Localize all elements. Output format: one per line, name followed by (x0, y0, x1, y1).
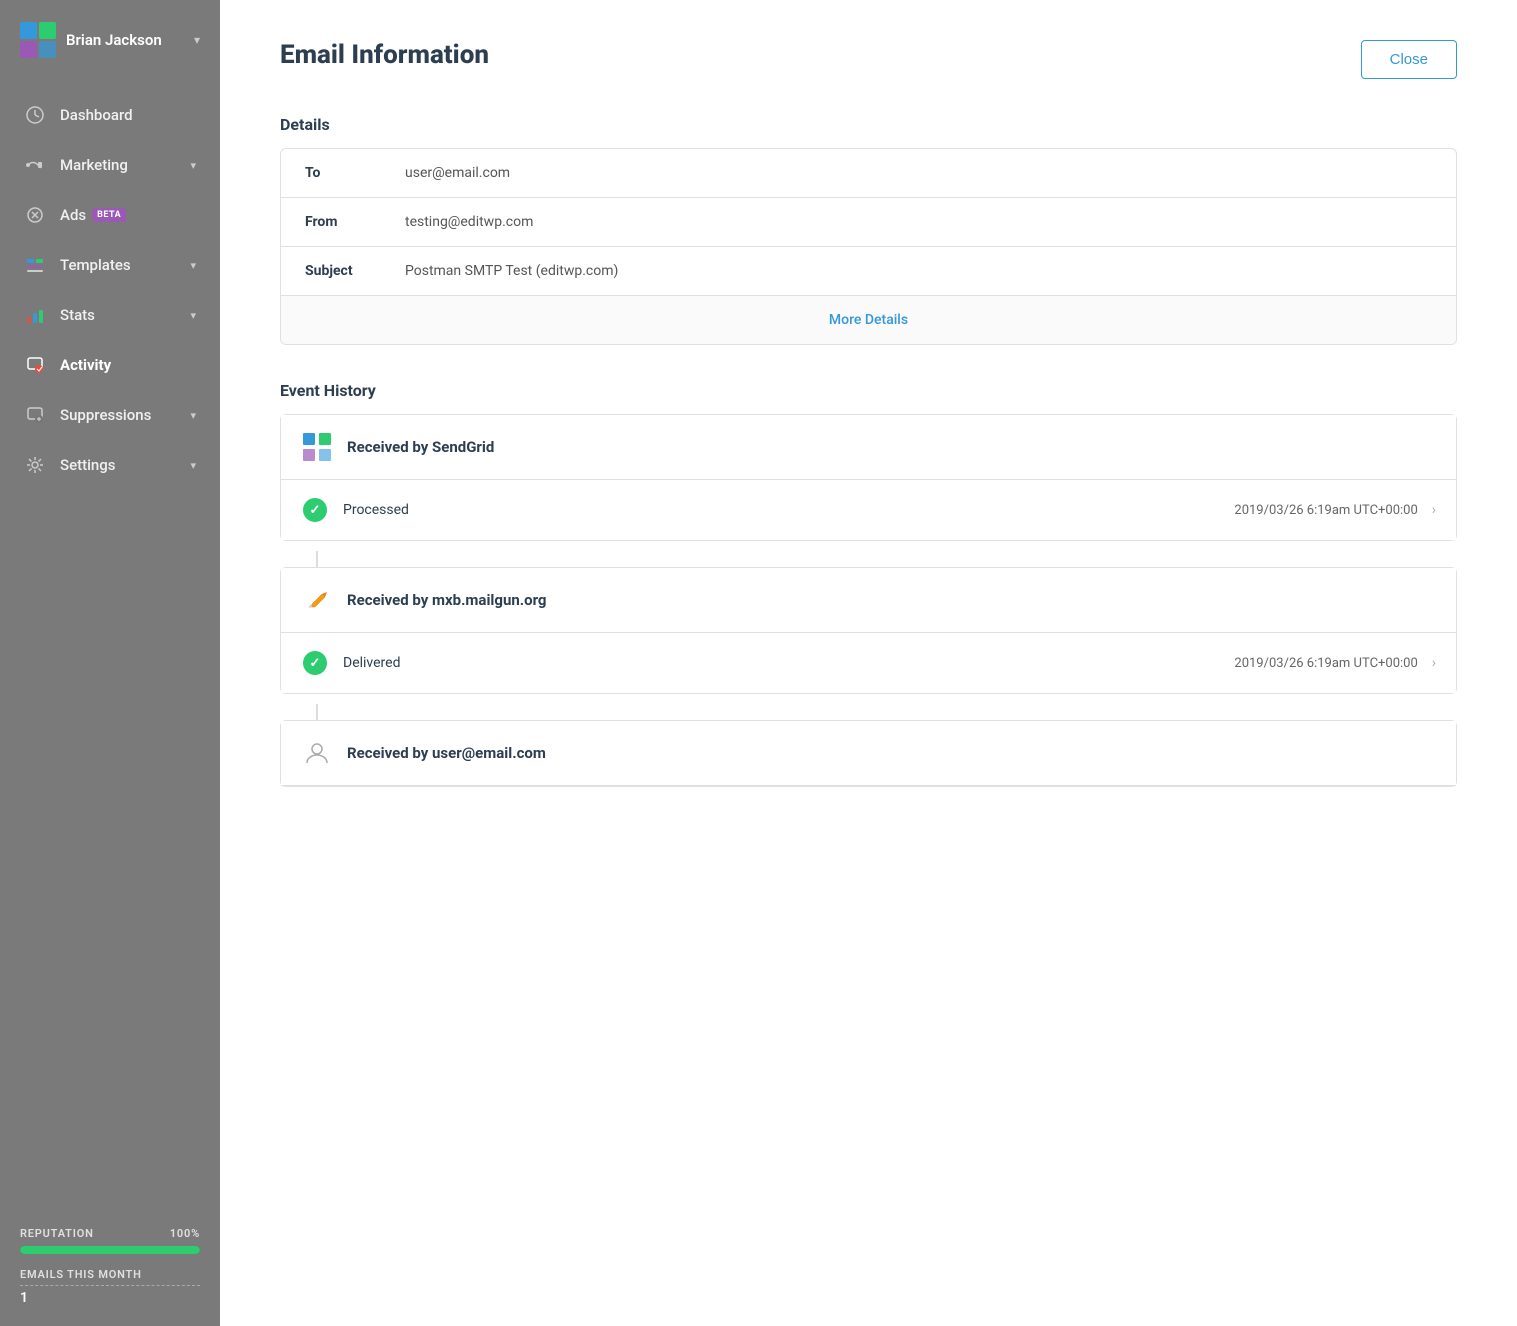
event-group-header-mailgun: Received by mxb.mailgun.org (281, 568, 1456, 633)
sidebar-item-ads[interactable]: Ads BETA (0, 190, 220, 240)
sidebar-item-dashboard[interactable]: Dashboard (0, 90, 220, 140)
event-row-processed[interactable]: ✓ Processed 2019/03/26 6:19am UTC+00:00 … (281, 480, 1456, 540)
reputation-progress-bg (20, 1246, 200, 1254)
event-name-processed: Processed (343, 502, 1234, 518)
reputation-value: 100% (170, 1227, 200, 1240)
detail-row-to: To user@email.com (281, 149, 1456, 198)
chevron-right-icon: › (1432, 655, 1436, 671)
sidebar-item-label: Dashboard (60, 106, 133, 124)
processed-status-icon: ✓ (301, 496, 329, 524)
chevron-down-icon: ▾ (190, 259, 196, 272)
sidebar-item-templates[interactable]: Templates ▾ (0, 240, 220, 290)
chevron-down-icon: ▾ (190, 459, 196, 472)
check-circle-icon: ✓ (303, 498, 327, 522)
connector-line-2 (316, 704, 318, 720)
event-group-user: Received by user@email.com (280, 720, 1457, 787)
check-circle-icon: ✓ (303, 651, 327, 675)
event-group-title-user: Received by user@email.com (347, 744, 546, 762)
reputation-label: REPUTATION (20, 1227, 94, 1240)
sidebar-nav: Dashboard Marketing ▾ Ads BETA (0, 80, 220, 1217)
event-group-mailgun: Received by mxb.mailgun.org ✓ Delivered … (280, 567, 1457, 694)
sidebar-footer: REPUTATION 100% EMAILS THIS MONTH 1 (0, 1217, 220, 1306)
marketing-icon (24, 154, 46, 176)
sidebar-item-marketing[interactable]: Marketing ▾ (0, 140, 220, 190)
sidebar-item-label: Templates (60, 256, 131, 274)
event-time-processed: 2019/03/26 6:19am UTC+00:00 (1234, 503, 1417, 518)
activity-icon (24, 354, 46, 376)
event-time-delivered: 2019/03/26 6:19am UTC+00:00 (1234, 656, 1417, 671)
chevron-down-icon: ▾ (190, 409, 196, 422)
brand-logo (20, 22, 56, 58)
detail-label-to: To (305, 165, 405, 181)
sidebar-item-suppressions[interactable]: Suppressions ▾ (0, 390, 220, 440)
settings-icon (24, 454, 46, 476)
detail-label-from: From (305, 214, 405, 230)
ads-icon (24, 204, 46, 226)
sidebar-item-activity[interactable]: Activity (0, 340, 220, 390)
event-history-title: Event History (280, 381, 1457, 400)
dashboard-icon (24, 104, 46, 126)
event-history-section: Event History Received by SendGrid ✓ (280, 381, 1457, 787)
more-details-row: More Details (281, 296, 1456, 344)
emails-this-month-label: EMAILS THIS MONTH (20, 1268, 200, 1286)
sidebar-item-label: Stats (60, 306, 95, 324)
beta-badge: BETA (92, 208, 126, 222)
chevron-down-icon: ▾ (190, 159, 196, 172)
detail-value-from: testing@editwp.com (405, 214, 533, 230)
sendgrid-icon (301, 431, 333, 463)
connector-line (316, 551, 318, 567)
sidebar-item-label: Activity (60, 356, 111, 374)
main-content: Email Information Close Details To user@… (220, 0, 1517, 1326)
sidebar-item-label: Marketing (60, 156, 128, 174)
event-group-sendgrid: Received by SendGrid ✓ Processed 2019/03… (280, 414, 1457, 541)
sidebar-item-label: Suppressions (60, 406, 151, 424)
suppressions-icon (24, 404, 46, 426)
reputation-section: REPUTATION 100% (20, 1227, 200, 1240)
brand-chevron-icon: ▾ (194, 33, 200, 47)
event-group-header-sendgrid: Received by SendGrid (281, 415, 1456, 480)
brand-name: Brian Jackson (66, 31, 162, 49)
detail-value-subject: Postman SMTP Test (editwp.com) (405, 263, 618, 279)
sidebar: Brian Jackson ▾ Dashboard Marketing ▾ Ad… (0, 0, 220, 1326)
chevron-right-icon: › (1432, 502, 1436, 518)
stats-icon (24, 304, 46, 326)
emails-this-month-count: 1 (20, 1290, 200, 1306)
templates-icon (24, 254, 46, 276)
detail-row-subject: Subject Postman SMTP Test (editwp.com) (281, 247, 1456, 296)
event-row-delivered[interactable]: ✓ Delivered 2019/03/26 6:19am UTC+00:00 … (281, 633, 1456, 693)
detail-value-to: user@email.com (405, 165, 510, 181)
event-group-header-user: Received by user@email.com (281, 721, 1456, 786)
user-icon (301, 737, 333, 769)
delivered-status-icon: ✓ (301, 649, 329, 677)
sidebar-item-stats[interactable]: Stats ▾ (0, 290, 220, 340)
detail-row-from: From testing@editwp.com (281, 198, 1456, 247)
sidebar-item-settings[interactable]: Settings ▾ (0, 440, 220, 490)
sidebar-item-label: Settings (60, 456, 116, 474)
event-group-title-sendgrid: Received by SendGrid (347, 438, 494, 456)
page-title: Email Information (280, 40, 489, 70)
sidebar-item-label: Ads (60, 206, 86, 224)
details-section-title: Details (280, 115, 1457, 134)
close-button[interactable]: Close (1361, 40, 1457, 79)
event-group-title-mailgun: Received by mxb.mailgun.org (347, 591, 547, 609)
more-details-link[interactable]: More Details (829, 312, 908, 328)
event-name-delivered: Delivered (343, 655, 1234, 671)
details-card: To user@email.com From testing@editwp.co… (280, 148, 1457, 345)
brand-header[interactable]: Brian Jackson ▾ (0, 0, 220, 80)
page-header: Email Information Close (280, 40, 1457, 79)
reputation-progress-fill (20, 1246, 200, 1254)
pencil-icon (301, 584, 333, 616)
chevron-down-icon: ▾ (190, 309, 196, 322)
detail-label-subject: Subject (305, 263, 405, 279)
